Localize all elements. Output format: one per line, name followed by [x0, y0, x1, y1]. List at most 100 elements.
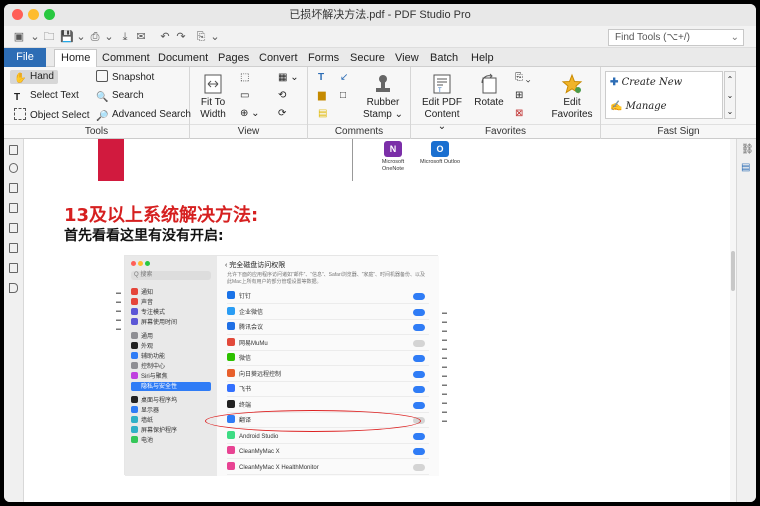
print-dropdown-icon[interactable]: ⌄	[102, 30, 116, 44]
undo-icon[interactable]: ↶	[158, 30, 172, 44]
signature-list-scroller[interactable]: ⌃ ⌄ ⌄	[724, 71, 736, 119]
save-dropdown-icon[interactable]: ⌄	[74, 30, 88, 44]
print-icon[interactable]: ⎙	[88, 30, 102, 44]
app-name: CleanMyMac X HealthMonitor	[239, 464, 319, 471]
onenote-icon: N	[384, 141, 402, 157]
select-text-button[interactable]: T Select Text	[14, 89, 79, 103]
tab-convert[interactable]: Convert	[253, 50, 304, 66]
create-new-signature-button[interactable]: ✚ Create New	[610, 76, 682, 90]
tab-view[interactable]: View	[389, 50, 425, 66]
app-access-toggle	[413, 339, 425, 347]
actual-size-icon[interactable]: ▭	[240, 89, 249, 103]
app-access-toggle	[413, 308, 425, 316]
left-navigation-panel	[4, 139, 24, 502]
app-icon	[227, 399, 235, 408]
settings-sidebar-item: 通知	[131, 288, 153, 297]
tab-forms[interactable]: Forms	[302, 50, 345, 66]
bookmarks-panel-icon[interactable]	[9, 163, 18, 173]
app-icon	[227, 337, 235, 346]
tab-comment[interactable]: Comment	[96, 50, 156, 66]
scroll-down-icon[interactable]: ⌄	[725, 88, 735, 104]
signature-list: ✚ Create New ✍ Manage	[605, 71, 723, 119]
manage-signatures-button[interactable]: ✍ Manage	[610, 100, 667, 114]
mini-zoom-dot	[145, 261, 150, 266]
settings-sidebar-item-label: Siri与聚焦	[141, 374, 168, 380]
settings-sidebar-item-label: 外观	[141, 344, 154, 350]
destinations-panel-icon[interactable]	[9, 243, 18, 253]
properties-panel-icon[interactable]: ▤	[741, 161, 750, 175]
arrow-annotation-icon[interactable]: ↙	[340, 71, 348, 85]
highlight-icon[interactable]: ▆	[318, 89, 326, 103]
object-select-button[interactable]: Object Select	[14, 108, 89, 123]
properties-dropdown-icon[interactable]: ⌄	[208, 30, 222, 44]
snapshot-button[interactable]: Snapshot	[96, 70, 154, 85]
settings-sidebar-item-label: 辅助功能	[141, 354, 166, 360]
rectangle-icon[interactable]: □	[340, 89, 346, 103]
hand-tool-button[interactable]: ✋ Hand	[10, 70, 58, 84]
close-window-button[interactable]	[12, 9, 23, 20]
hand-label: Hand	[30, 71, 54, 82]
settings-sidebar-item-label: 通用	[141, 334, 154, 340]
dropdown-icon[interactable]: ⌄	[28, 30, 42, 44]
annotations-panel-icon[interactable]	[9, 183, 18, 193]
signatures-panel-icon[interactable]	[9, 263, 18, 273]
document-properties-icon[interactable]: ⎘	[194, 30, 208, 44]
insert-pages-icon[interactable]: ⊞	[515, 89, 523, 103]
redo-icon[interactable]: ↷	[174, 30, 188, 44]
attachments-panel-icon[interactable]	[9, 203, 18, 213]
advanced-search-button[interactable]: 🔎 Advanced Search	[96, 108, 191, 122]
zoom-window-button[interactable]	[44, 9, 55, 20]
rubber-stamp-button[interactable]: Rubber Stamp ⌄	[360, 73, 406, 121]
save-icon[interactable]: 💾	[60, 30, 74, 44]
divider-line	[352, 139, 353, 181]
tab-batch[interactable]: Batch	[424, 50, 464, 66]
search-button[interactable]: 🔍 Search	[96, 89, 144, 103]
settings-sidebar-item: 墙纸	[131, 416, 153, 425]
app-name: 钉钉	[239, 294, 252, 300]
fit-width-icon	[204, 74, 222, 94]
extract-pages-icon[interactable]: ⎘ ⌄	[515, 71, 531, 85]
tab-pages[interactable]: Pages	[212, 50, 255, 66]
rotate-button[interactable]: Rotate	[471, 73, 507, 109]
scroll-up-icon[interactable]: ⌃	[725, 72, 735, 88]
find-tools-dropdown-icon[interactable]: ⌄	[731, 30, 739, 45]
new-document-icon[interactable]: ▣	[12, 30, 26, 44]
tab-help[interactable]: Help	[465, 50, 500, 66]
tools-group: ✋ Hand T Select Text Object Select Snapsho…	[4, 67, 191, 139]
layout-icon[interactable]: ▦ ⌄	[278, 71, 299, 85]
open-icon[interactable]: 🗀	[42, 30, 56, 44]
expand-icon[interactable]: ⌄	[725, 104, 735, 120]
hand-icon: ✋	[14, 73, 27, 84]
text-comment-icon[interactable]: T	[318, 71, 324, 85]
app-name: 腾讯会议	[239, 325, 264, 331]
advanced-search-icon: 🔎	[96, 111, 109, 122]
tab-document[interactable]: Document	[152, 50, 214, 66]
scrollbar-thumb[interactable]	[731, 251, 735, 291]
rotate-view-icon[interactable]: ⟲	[278, 89, 286, 103]
settings-app-row: 腾讯会议	[227, 321, 429, 335]
tags-panel-icon[interactable]	[9, 283, 18, 293]
find-tools-input[interactable]: Find Tools (⌥+/) ⌄	[608, 29, 744, 46]
tab-home[interactable]: Home	[54, 49, 98, 67]
fit-page-icon[interactable]: ⬚	[240, 71, 249, 85]
app-name: 微信	[239, 356, 252, 362]
email-icon[interactable]: ✉	[134, 30, 148, 44]
title-bar: 已损坏解决方法.pdf - PDF Studio Pro	[4, 4, 756, 26]
link-icon[interactable]: ⛓	[741, 143, 754, 157]
refresh-icon[interactable]: ⟳	[278, 107, 286, 121]
layers-panel-icon[interactable]	[9, 223, 18, 233]
sticky-note-icon[interactable]: ▤	[318, 107, 327, 121]
scan-icon[interactable]: ⤓	[118, 30, 132, 44]
pages-panel-icon[interactable]	[9, 145, 18, 155]
document-view[interactable]: N Microsoft OneNote O Microsoft Outloo 1…	[24, 139, 730, 502]
edit-favorites-button[interactable]: Edit Favorites	[547, 73, 597, 121]
delete-pages-icon[interactable]: ⊠	[515, 107, 523, 121]
fit-to-width-button[interactable]: Fit To Width	[196, 73, 230, 121]
zoom-icon[interactable]: ⊕ ⌄	[240, 107, 260, 121]
tab-file[interactable]: File	[4, 48, 46, 67]
app-name: 企业微信	[239, 309, 264, 316]
app-name: 网易MuMu	[239, 340, 268, 347]
tab-secure[interactable]: Secure	[344, 50, 391, 66]
minimize-window-button[interactable]	[28, 9, 39, 20]
highlight-ellipse	[205, 410, 421, 432]
